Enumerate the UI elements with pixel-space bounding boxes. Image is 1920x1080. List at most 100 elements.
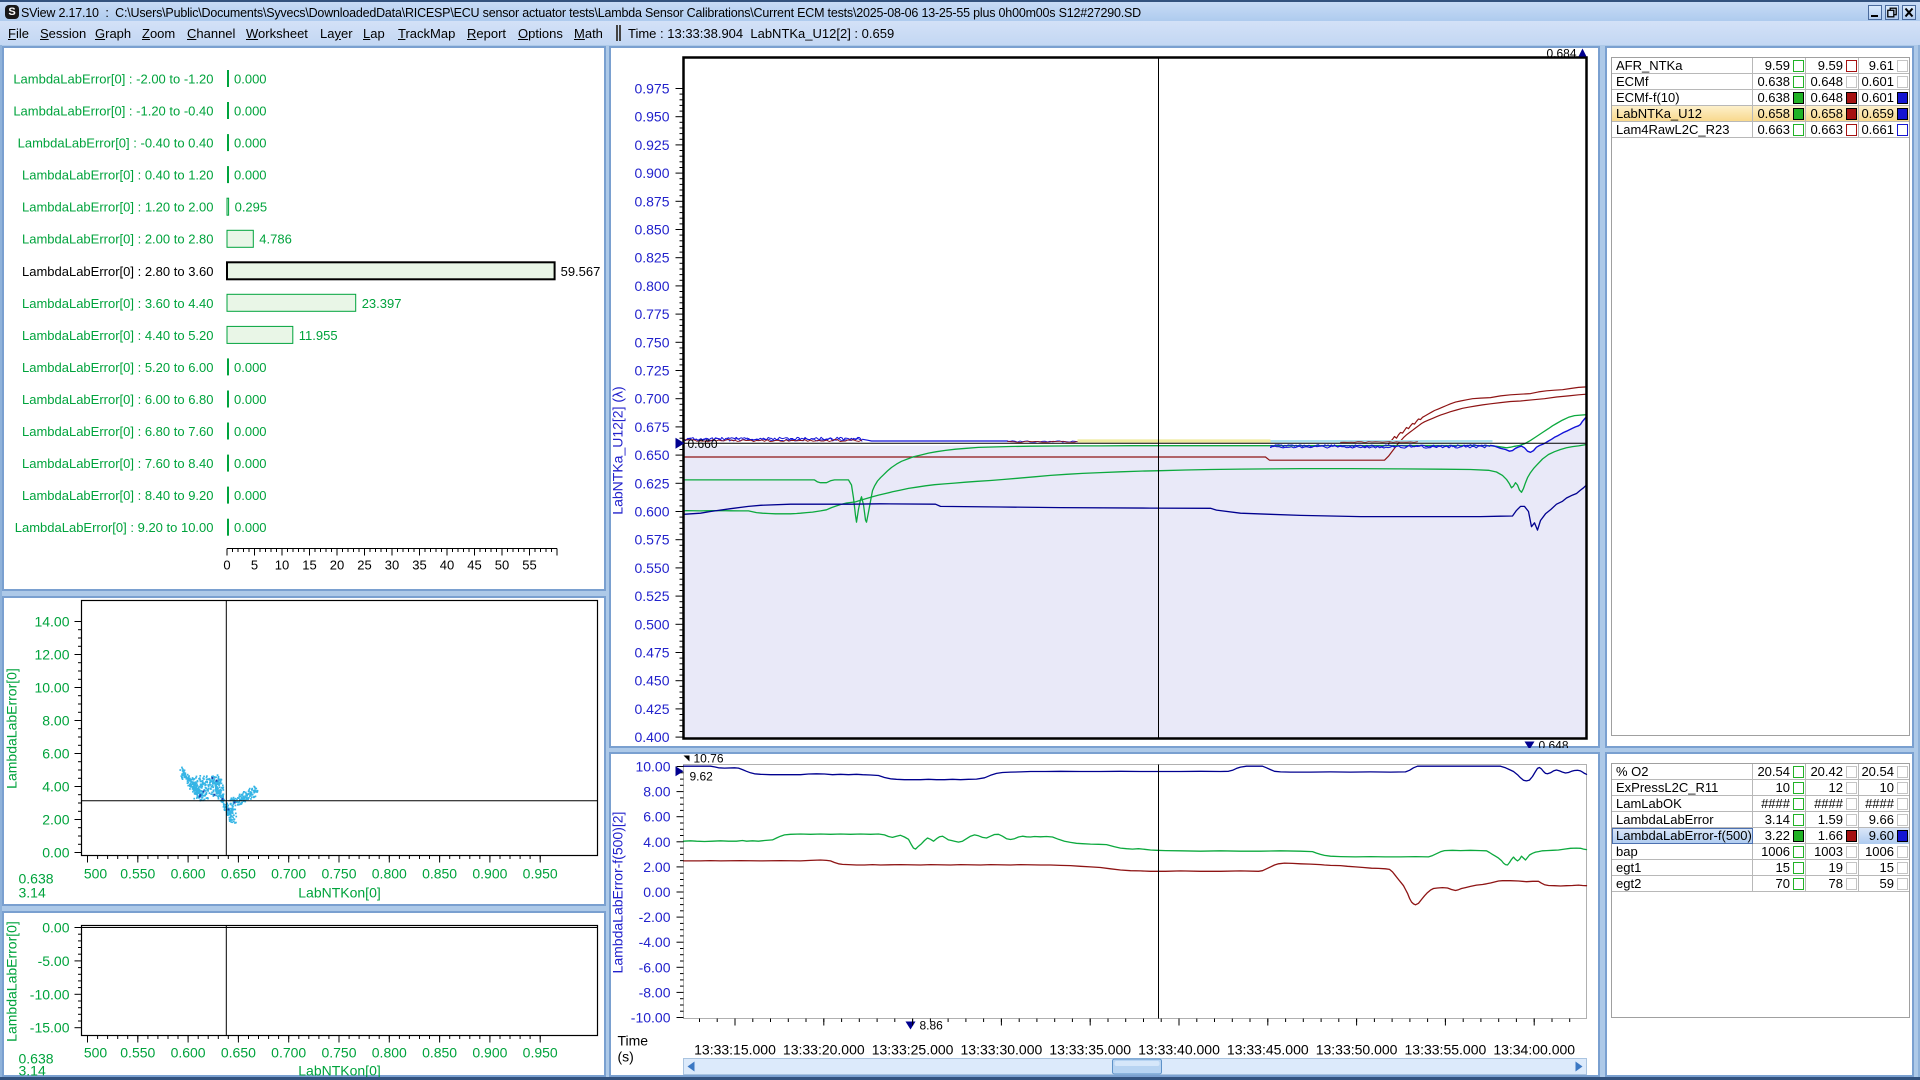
svg-text:LambdaLabError[0] : 0.40 to 1.: LambdaLabError[0] : 0.40 to 1.20 (22, 168, 214, 183)
svg-text:4.00: 4.00 (643, 834, 670, 850)
svg-text:LambdaLabError[0] : 8.40 to 9.: LambdaLabError[0] : 8.40 to 9.20 (22, 488, 214, 503)
svg-text:59.567: 59.567 (561, 264, 601, 279)
svg-text:25: 25 (357, 558, 371, 573)
svg-text:0.525: 0.525 (634, 588, 669, 604)
svg-text:0.650: 0.650 (221, 1045, 256, 1061)
svg-text:0.500: 0.500 (634, 616, 669, 632)
svg-text:-15.00: -15.00 (30, 1020, 70, 1036)
svg-text:15: 15 (302, 558, 316, 573)
svg-text:0.625: 0.625 (634, 475, 669, 491)
svg-text:0.900: 0.900 (634, 165, 669, 181)
svg-text:50: 50 (495, 558, 509, 573)
svg-text:13:33:40.000: 13:33:40.000 (1138, 1042, 1220, 1058)
svg-text:35: 35 (412, 558, 426, 573)
svg-text:LambdaLabError[0] : 3.60 to 4.: LambdaLabError[0] : 3.60 to 4.40 (22, 296, 214, 311)
svg-text:3.14: 3.14 (19, 1063, 46, 1078)
svg-text:0.700: 0.700 (271, 866, 306, 882)
svg-text:LabNTKa_U12[2] (λ): LabNTKa_U12[2] (λ) (610, 386, 626, 514)
svg-text:9.62: 9.62 (690, 769, 714, 783)
svg-text:0.550: 0.550 (120, 1045, 155, 1061)
svg-text:LambdaLabError[0]: LambdaLabError[0] (4, 668, 20, 789)
svg-text:0.00: 0.00 (643, 884, 670, 900)
svg-text:Time: Time (618, 1033, 649, 1049)
svg-text:0.900: 0.900 (472, 866, 507, 882)
svg-text:LambdaLabError[0] : 5.20 to 6.: LambdaLabError[0] : 5.20 to 6.00 (22, 360, 214, 375)
svg-text:0.000: 0.000 (234, 456, 267, 471)
svg-text:LambdaLabError[0]: LambdaLabError[0] (4, 921, 20, 1042)
svg-text:0.750: 0.750 (634, 334, 669, 350)
svg-text:LambdaLabError[0] : -2.00 to -: LambdaLabError[0] : -2.00 to -1.20 (13, 72, 213, 87)
svg-text:0.650: 0.650 (221, 866, 256, 882)
svg-text:0.750: 0.750 (321, 1045, 356, 1061)
svg-text:23.397: 23.397 (362, 296, 402, 311)
svg-text:0.950: 0.950 (523, 866, 558, 882)
svg-text:0.00: 0.00 (42, 920, 69, 936)
svg-text:0.600: 0.600 (634, 504, 669, 520)
svg-text:12.00: 12.00 (34, 647, 69, 663)
svg-text:0.950: 0.950 (523, 1045, 558, 1061)
svg-text:13:33:25.000: 13:33:25.000 (872, 1042, 954, 1058)
svg-text:45: 45 (467, 558, 481, 573)
svg-text:LambdaLabError[0] : 7.60 to 8.: LambdaLabError[0] : 7.60 to 8.40 (22, 456, 214, 471)
svg-text:0.684: 0.684 (1546, 47, 1576, 61)
svg-text:0.850: 0.850 (422, 866, 457, 882)
svg-text:13:33:15.000: 13:33:15.000 (694, 1042, 776, 1058)
svg-text:0.648: 0.648 (1539, 739, 1569, 749)
svg-text:4.786: 4.786 (259, 232, 292, 247)
svg-text:13:34:00.000: 13:34:00.000 (1493, 1042, 1575, 1058)
svg-text:0.450: 0.450 (634, 673, 669, 689)
svg-text:-8.00: -8.00 (639, 984, 671, 1000)
svg-text:LambdaLabError-f(500)[2]: LambdaLabError-f(500)[2] (610, 812, 626, 974)
svg-text:0.000: 0.000 (234, 104, 267, 119)
svg-text:0.000: 0.000 (234, 392, 267, 407)
svg-text:13:33:30.000: 13:33:30.000 (961, 1042, 1043, 1058)
svg-text:0.600: 0.600 (171, 1045, 206, 1061)
svg-text:0.975: 0.975 (634, 81, 669, 97)
svg-text:10.00: 10.00 (34, 680, 69, 696)
svg-text:-4.00: -4.00 (639, 934, 671, 950)
svg-text:0.550: 0.550 (120, 866, 155, 882)
svg-text:6.00: 6.00 (643, 809, 670, 825)
svg-text:0.700: 0.700 (271, 1045, 306, 1061)
svg-text:55: 55 (522, 558, 536, 573)
svg-text:8.86: 8.86 (920, 1019, 944, 1033)
svg-text:13:33:50.000: 13:33:50.000 (1316, 1042, 1398, 1058)
svg-text:0.950: 0.950 (634, 109, 669, 125)
svg-text:0.750: 0.750 (321, 866, 356, 882)
svg-text:0.000: 0.000 (234, 72, 267, 87)
svg-text:5: 5 (251, 558, 258, 573)
svg-text:0.00: 0.00 (42, 845, 69, 861)
svg-text:2.00: 2.00 (42, 812, 69, 828)
svg-text:0.000: 0.000 (234, 136, 267, 151)
svg-text:6.00: 6.00 (42, 746, 69, 762)
svg-text:LambdaLabError[0] : 1.20 to 2.: LambdaLabError[0] : 1.20 to 2.00 (22, 200, 214, 215)
svg-text:0.800: 0.800 (372, 1045, 407, 1061)
svg-text:10.76: 10.76 (694, 752, 724, 766)
svg-text:0.295: 0.295 (235, 200, 268, 215)
svg-text:30: 30 (385, 558, 399, 573)
svg-text:3.14: 3.14 (19, 885, 46, 901)
svg-text:0.000: 0.000 (234, 488, 267, 503)
svg-text:-10.00: -10.00 (631, 1010, 671, 1026)
svg-text:0.700: 0.700 (634, 391, 669, 407)
svg-text:4.00: 4.00 (42, 779, 69, 795)
svg-text:-5.00: -5.00 (38, 953, 70, 969)
svg-text:0.000: 0.000 (234, 360, 267, 375)
svg-text:0.000: 0.000 (234, 168, 267, 183)
svg-text:-10.00: -10.00 (30, 986, 70, 1002)
svg-text:500: 500 (84, 1045, 108, 1061)
svg-text:0.800: 0.800 (372, 866, 407, 882)
svg-text:0.550: 0.550 (634, 560, 669, 576)
svg-text:LambdaLabError[0] : 6.00 to 6.: LambdaLabError[0] : 6.00 to 6.80 (22, 392, 214, 407)
svg-text:13:33:45.000: 13:33:45.000 (1227, 1042, 1309, 1058)
svg-text:0.650: 0.650 (634, 447, 669, 463)
svg-text:500: 500 (84, 866, 108, 882)
svg-text:0.925: 0.925 (634, 137, 669, 153)
svg-text:0.475: 0.475 (634, 645, 669, 661)
svg-text:13:33:35.000: 13:33:35.000 (1049, 1042, 1131, 1058)
svg-text:-6.00: -6.00 (639, 959, 671, 975)
svg-text:13:33:55.000: 13:33:55.000 (1405, 1042, 1487, 1058)
svg-text:13:33:20.000: 13:33:20.000 (783, 1042, 865, 1058)
svg-text:0.875: 0.875 (634, 193, 669, 209)
svg-text:8.00: 8.00 (643, 784, 670, 800)
